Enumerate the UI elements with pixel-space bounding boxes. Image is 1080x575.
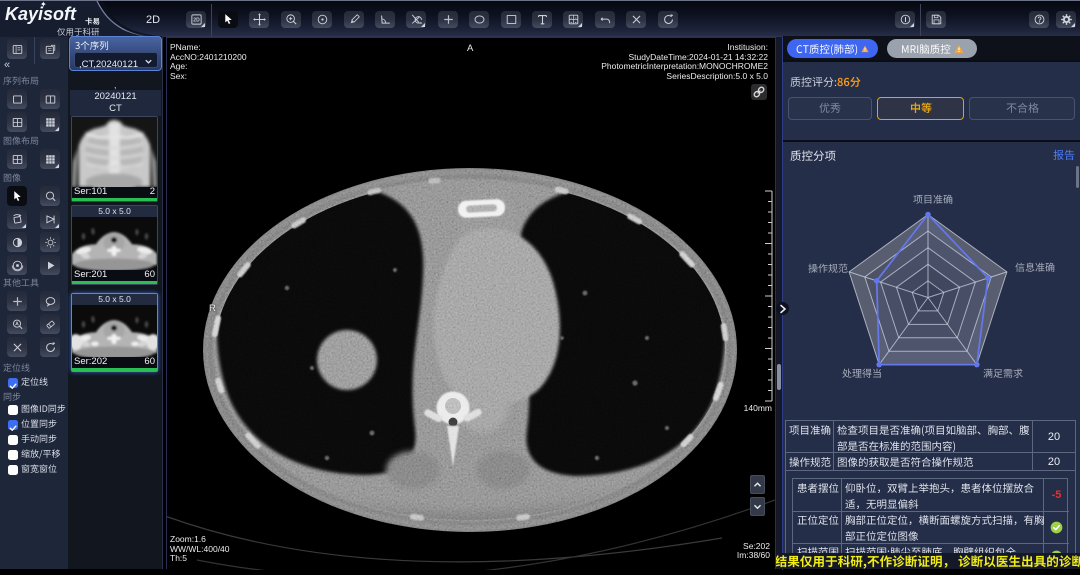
svg-text:2D: 2D xyxy=(193,18,200,24)
